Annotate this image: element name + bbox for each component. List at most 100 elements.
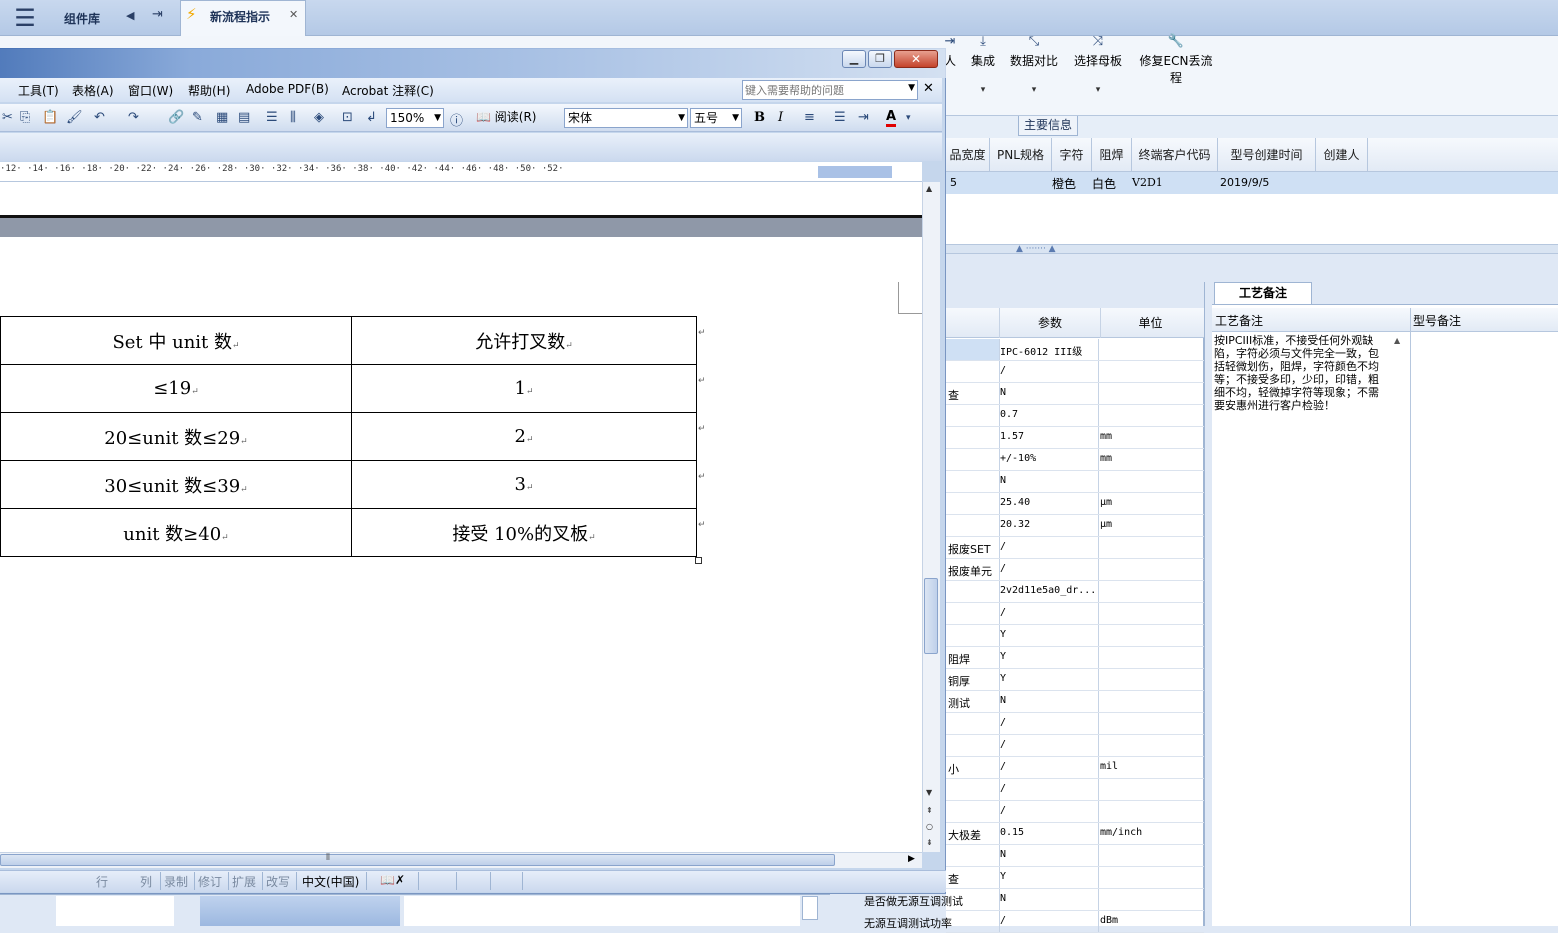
- italic-button[interactable]: I: [778, 110, 783, 125]
- splitter-grip-icon[interactable]: ▲ ······· ▲: [1016, 244, 1056, 254]
- status-language[interactable]: 中文(中国): [302, 873, 359, 890]
- pin-icon[interactable]: ⇥: [152, 7, 163, 22]
- grid-col-mask[interactable]: 阻焊: [1092, 138, 1132, 172]
- scroll-down-icon[interactable]: ▼: [926, 788, 932, 797]
- menu-table[interactable]: 表格(A): [72, 82, 114, 99]
- param-value-cell[interactable]: [999, 559, 1099, 580]
- chevron-down-icon[interactable]: ▼: [434, 109, 441, 127]
- minimize-icon[interactable]: ▁: [842, 50, 866, 68]
- paragraph-icon[interactable]: ↲: [366, 110, 377, 125]
- show-hide-icon[interactable]: ⊡: [342, 110, 353, 125]
- insert-excel-icon[interactable]: ▤: [238, 110, 250, 125]
- param-value[interactable]: N: [1000, 849, 1006, 860]
- menu-adobe-pdf[interactable]: Adobe PDF(B): [246, 82, 329, 96]
- bold-button[interactable]: B: [754, 110, 765, 125]
- table-cell[interactable]: 3↵: [351, 460, 697, 509]
- param-value-cell[interactable]: [999, 537, 1099, 558]
- param-col-unit[interactable]: 单位: [1100, 308, 1200, 338]
- zoom-select[interactable]: 150% ▼: [386, 108, 444, 128]
- table-row[interactable]: /: [946, 779, 1204, 801]
- table-row[interactable]: Set 中 unit 数↵ 允许打叉数↵: [0, 316, 697, 365]
- param-value-cell[interactable]: [999, 691, 1099, 712]
- param-value[interactable]: 25.40: [1000, 497, 1030, 508]
- param-value[interactable]: /: [1000, 761, 1006, 772]
- table-row[interactable]: ≤19↵ 1↵: [0, 364, 697, 413]
- close-document-icon[interactable]: ✕: [923, 81, 934, 96]
- scroll-up-icon[interactable]: ▲: [1394, 336, 1400, 345]
- param-value[interactable]: +/-10%: [1000, 453, 1036, 464]
- craft-col-model[interactable]: 型号备注: [1413, 312, 1461, 329]
- tables-borders-icon[interactable]: ✎: [192, 110, 203, 125]
- param-value-cell[interactable]: [999, 603, 1099, 624]
- param-value[interactable]: 2v2d11e5a0_dr...: [1000, 585, 1096, 596]
- param-value[interactable]: N: [1000, 475, 1006, 486]
- tab-main-info[interactable]: 主要信息: [1018, 116, 1078, 136]
- vertical-scroll-thumb[interactable]: [924, 578, 938, 654]
- param-value[interactable]: 0.15: [1000, 827, 1024, 838]
- allowance-table[interactable]: Set 中 unit 数↵ 允许打叉数↵ ≤19↵ 1↵ 20≤unit 数≤29↵ 2↵…: [0, 316, 697, 557]
- table-row[interactable]: 是否做无源互调测试 N: [864, 889, 1204, 911]
- tab-title[interactable]: 新流程指示: [210, 8, 270, 25]
- panel-splitter[interactable]: [1204, 282, 1212, 926]
- insert-table-icon[interactable]: ▦: [216, 110, 228, 125]
- table-row[interactable]: /: [946, 801, 1204, 823]
- param-value[interactable]: N: [1000, 387, 1006, 398]
- table-row[interactable]: 报废单元 /: [946, 559, 1204, 581]
- redo-icon[interactable]: ↷: [128, 110, 139, 125]
- table-row[interactable]: 1.57 mm: [946, 427, 1204, 449]
- tab-craft-notes[interactable]: 工艺备注: [1214, 282, 1312, 304]
- menu-acrobat-comments[interactable]: Acrobat 注释(C): [342, 82, 434, 99]
- table-row[interactable]: 查N: [946, 383, 1204, 405]
- param-value-cell[interactable]: [999, 669, 1099, 690]
- param-value[interactable]: Y: [1000, 871, 1006, 882]
- next-page-icon[interactable]: ⇟: [926, 838, 933, 847]
- param-value[interactable]: 0.7: [1000, 409, 1018, 420]
- param-value-cell[interactable]: [999, 647, 1099, 668]
- param-value-cell[interactable]: [999, 779, 1099, 800]
- menu-help[interactable]: 帮助(H): [188, 82, 230, 99]
- background-scrollbar[interactable]: [802, 896, 818, 920]
- grid-col-creator[interactable]: 创建人: [1316, 138, 1368, 172]
- table-row[interactable]: Y: [946, 625, 1204, 647]
- grid-col-width[interactable]: 品宽度: [946, 138, 990, 172]
- table-row[interactable]: 0.7: [946, 405, 1204, 427]
- table-cell[interactable]: 接受 10%的叉板↵: [351, 508, 697, 557]
- table-row[interactable]: 铜厚 Y: [946, 669, 1204, 691]
- param-value[interactable]: 1.57: [1000, 431, 1024, 442]
- table-row[interactable]: /: [946, 713, 1204, 735]
- param-value[interactable]: Y: [1000, 629, 1006, 640]
- columns-icon[interactable]: ☰: [266, 110, 278, 125]
- param-value[interactable]: /: [1000, 563, 1006, 574]
- table-row[interactable]: 测试 N: [946, 691, 1204, 713]
- param-value[interactable]: /: [1000, 365, 1006, 376]
- param-value-cell[interactable]: [999, 845, 1099, 866]
- craft-note-text[interactable]: 按IPCIII标准，不接受任何外观缺陷，字符必须与文件完全一致，包括轻微划伤，阻…: [1214, 334, 1386, 412]
- help-search-box[interactable]: ▼: [742, 80, 918, 100]
- table-row[interactable]: 25.40 μm: [946, 493, 1204, 515]
- indent-icon[interactable]: ⇥: [858, 110, 869, 125]
- param-value-cell[interactable]: [999, 625, 1099, 646]
- param-value-cell[interactable]: [999, 867, 1099, 888]
- browse-object-icon[interactable]: ○: [926, 822, 933, 831]
- table-row[interactable]: 2v2d11e5a0_dr...: [946, 581, 1204, 603]
- param-value[interactable]: N: [1000, 893, 1006, 904]
- table-row[interactable]: 大极差 0.15 mm/inch: [946, 823, 1204, 845]
- table-row[interactable]: 查Y: [946, 867, 1204, 889]
- param-value-cell[interactable]: [999, 889, 1099, 910]
- table-cell[interactable]: unit 数≥40↵: [0, 508, 352, 557]
- chevron-down-icon[interactable]: ▼: [732, 109, 739, 127]
- scroll-right-icon[interactable]: ▶: [908, 854, 915, 864]
- param-value[interactable]: /: [1000, 805, 1006, 816]
- font-name-select[interactable]: 宋体 ▼: [564, 108, 688, 128]
- collapse-left-icon[interactable]: ◀: [126, 9, 134, 22]
- format-painter-icon[interactable]: 🖌: [66, 110, 83, 125]
- chevron-down-icon[interactable]: ▾: [906, 113, 911, 123]
- scroll-up-icon[interactable]: ▲: [926, 184, 932, 193]
- param-value[interactable]: Y: [1000, 651, 1006, 662]
- param-value[interactable]: /: [1000, 541, 1006, 552]
- table-cell[interactable]: 2↵: [351, 412, 697, 461]
- word-title-bar[interactable]: [0, 48, 946, 78]
- param-value[interactable]: Y: [1000, 673, 1006, 684]
- table-cell[interactable]: Set 中 unit 数↵: [0, 316, 352, 365]
- grid-col-pnl[interactable]: PNL规格: [990, 138, 1052, 172]
